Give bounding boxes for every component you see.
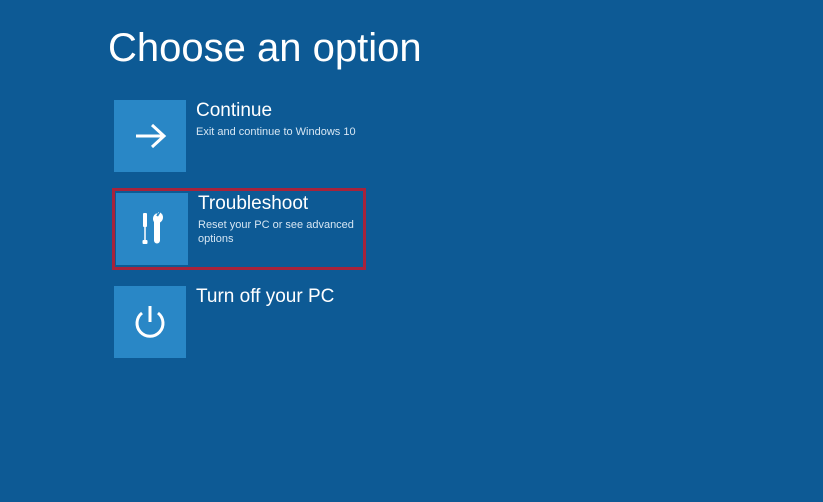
option-text: Continue Exit and continue to Windows 10 — [186, 100, 356, 139]
tools-icon — [116, 193, 188, 265]
option-title: Turn off your PC — [196, 286, 334, 309]
option-text: Turn off your PC — [186, 286, 334, 311]
option-title: Troubleshoot — [198, 193, 363, 216]
option-text: Troubleshoot Reset your PC or see advanc… — [188, 193, 363, 246]
options-list: Continue Exit and continue to Windows 10… — [112, 98, 366, 360]
option-title: Continue — [196, 100, 356, 123]
option-continue[interactable]: Continue Exit and continue to Windows 10 — [112, 98, 366, 174]
arrow-right-icon — [114, 100, 186, 172]
option-troubleshoot[interactable]: Troubleshoot Reset your PC or see advanc… — [112, 188, 366, 270]
page-title: Choose an option — [108, 26, 422, 71]
option-description: Reset your PC or see advanced options — [198, 218, 363, 247]
option-description: Exit and continue to Windows 10 — [196, 125, 356, 139]
power-icon — [114, 286, 186, 358]
option-turn-off[interactable]: Turn off your PC — [112, 284, 366, 360]
